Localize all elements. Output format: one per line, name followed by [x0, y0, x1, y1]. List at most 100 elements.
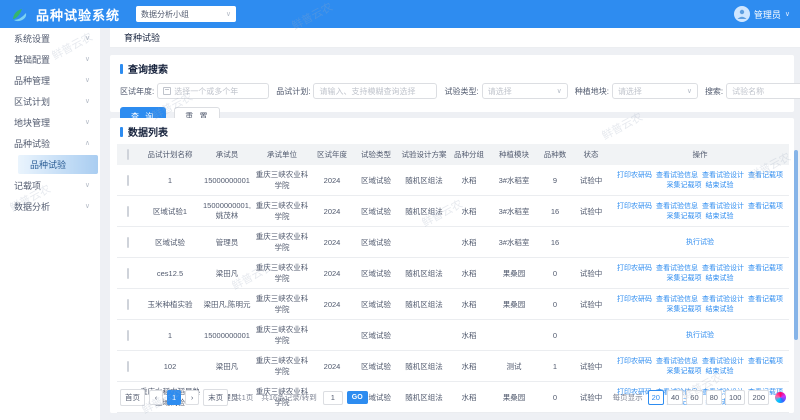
action-link[interactable]: 查看试验设计 — [702, 170, 744, 180]
sidebar-item-7[interactable]: 数据分析∨ — [0, 196, 100, 217]
action-link[interactable]: 查看记载项 — [748, 170, 783, 180]
row-checkbox[interactable] — [127, 268, 129, 279]
action-link[interactable]: 结束试验 — [706, 211, 734, 221]
go-button[interactable]: GO — [347, 391, 368, 404]
field-label: 区试年度: — [120, 86, 154, 97]
action-link[interactable]: 查看记载项 — [748, 201, 783, 211]
action-link[interactable]: 结束试验 — [706, 180, 734, 190]
plot-select[interactable]: 请选择∨ — [612, 83, 698, 99]
vertical-scrollbar-thumb[interactable] — [794, 150, 798, 340]
action-link[interactable]: 打印农研码 — [617, 263, 652, 273]
action-link[interactable]: 查看试验信息 — [656, 201, 698, 211]
sidebar-item-0[interactable]: 系统设置∨ — [0, 28, 100, 49]
sidebar-item-3[interactable]: 区试计划∨ — [0, 91, 100, 112]
cell-status: 试验中 — [571, 165, 611, 196]
page-number-button[interactable]: 1 — [167, 390, 181, 405]
tab-breeding-test[interactable]: 育种试验 — [124, 31, 160, 44]
action-link[interactable]: 查看试验设计 — [702, 294, 744, 304]
chevron-down-icon: ∨ — [85, 203, 90, 210]
calendar-icon — [163, 87, 171, 95]
cell-tester: 梁田凡 — [201, 258, 253, 289]
cell-operations: 打印农研码查看试验信息查看试验设计查看记载项采集记载项结束试验 — [611, 351, 789, 382]
row-checkbox[interactable] — [127, 330, 129, 341]
team-select-dropdown[interactable]: 数据分析小组 ∨ — [136, 6, 236, 22]
action-link[interactable]: 执行试验 — [686, 330, 714, 340]
page-size-100[interactable]: 100 — [725, 390, 746, 405]
action-link[interactable]: 采集记载项 — [667, 366, 702, 376]
row-checkbox[interactable] — [127, 175, 129, 186]
year-select[interactable]: 选择一个或多个年 — [157, 83, 269, 99]
page-size-60[interactable]: 60 — [686, 390, 702, 405]
assistant-widget-icon[interactable] — [775, 392, 786, 403]
action-link[interactable]: 执行试验 — [686, 237, 714, 247]
page-size-40[interactable]: 40 — [667, 390, 683, 405]
sidebar-menu: 系统设置∨基础配置∨品种管理∨区试计划∨地块管理∨品种试验∧品种试验记载项∨数据… — [0, 28, 100, 420]
chevron-down-icon: ∨ — [226, 11, 231, 18]
action-link[interactable]: 查看记载项 — [748, 294, 783, 304]
action-link[interactable]: 结束试验 — [706, 366, 734, 376]
select-all-checkbox[interactable] — [127, 149, 129, 160]
prev-page-button[interactable]: ‹ — [149, 390, 163, 405]
row-checkbox[interactable] — [127, 361, 129, 372]
goto-page-input[interactable] — [323, 391, 343, 405]
action-link[interactable]: 查看试验设计 — [702, 201, 744, 211]
action-link[interactable]: 打印农研码 — [617, 170, 652, 180]
cell-tester: 15000000001 — [201, 320, 253, 351]
search-field-plan-input: 品试计划:请输入、支持模糊查询选择 — [276, 83, 437, 99]
action-link[interactable]: 采集记载项 — [667, 180, 702, 190]
action-link[interactable]: 打印农研码 — [617, 201, 652, 211]
cell-design — [399, 320, 449, 351]
keyword-input[interactable]: 试验名称 — [726, 83, 800, 99]
sidebar-item-2[interactable]: 品种管理∨ — [0, 70, 100, 91]
action-link[interactable]: 采集记载项 — [667, 211, 702, 221]
table-row: 玉米种植实验梁田凡,陈明元重庆三峡农业科学院2024区域试验随机区组法水稻果桑园… — [117, 289, 789, 320]
action-link[interactable]: 结束试验 — [706, 304, 734, 314]
action-link[interactable]: 采集记载项 — [667, 304, 702, 314]
cell-type: 区域试验 — [353, 165, 399, 196]
next-page-button[interactable]: › — [185, 390, 199, 405]
action-link[interactable]: 查看记载项 — [748, 356, 783, 366]
table-row: 115000000001重庆三峡农业科学院区域试验水稻0执行试验 — [117, 320, 789, 351]
row-checkbox[interactable] — [127, 299, 129, 310]
chevron-down-icon: ∨ — [85, 77, 90, 84]
action-link[interactable]: 查看试验信息 — [656, 170, 698, 180]
search-title: 查询搜索 — [128, 61, 168, 76]
cell-count: 0 — [539, 289, 571, 320]
cell-status: 试验中 — [571, 258, 611, 289]
type-select[interactable]: 请选择∨ — [482, 83, 568, 99]
column-header-checkbox — [117, 144, 139, 165]
first-page-button[interactable]: 首页 — [120, 389, 145, 406]
placeholder-text: 请输入、支持模糊查询选择 — [319, 86, 431, 97]
column-header-8: 品种数 — [539, 144, 571, 165]
action-link[interactable]: 查看试验设计 — [702, 356, 744, 366]
action-link[interactable]: 查看记载项 — [748, 263, 783, 273]
action-link[interactable]: 结束试验 — [706, 273, 734, 283]
user-menu-caret-icon[interactable]: ∨ — [785, 10, 790, 18]
cell-checkbox — [117, 351, 139, 382]
action-link[interactable]: 查看试验信息 — [656, 294, 698, 304]
action-link[interactable]: 打印农研码 — [617, 294, 652, 304]
sidebar-item-4[interactable]: 地块管理∨ — [0, 112, 100, 133]
page-size-200[interactable]: 200 — [748, 390, 769, 405]
last-page-button[interactable]: 末页 — [203, 389, 228, 406]
row-checkbox[interactable] — [127, 206, 129, 217]
page-size-80[interactable]: 80 — [706, 390, 722, 405]
plan-input[interactable]: 请输入、支持模糊查询选择 — [313, 83, 437, 99]
sidebar-item-label: 品种试验 — [14, 137, 50, 150]
chevron-down-icon: ∨ — [687, 88, 692, 95]
sidebar-item-5[interactable]: 品种试验∧ — [0, 133, 100, 154]
cell-design: 随机区组法 — [399, 196, 449, 227]
cell-unit: 重庆三峡农业科学院 — [253, 165, 311, 196]
action-link[interactable]: 打印农研码 — [617, 356, 652, 366]
action-link[interactable]: 查看试验信息 — [656, 356, 698, 366]
action-link[interactable]: 查看试验信息 — [656, 263, 698, 273]
row-checkbox[interactable] — [127, 237, 129, 248]
sidebar-item-1[interactable]: 基础配置∨ — [0, 49, 100, 70]
action-link[interactable]: 查看试验设计 — [702, 263, 744, 273]
page-size-20[interactable]: 20 — [648, 390, 664, 405]
cell-design: 随机区组法 — [399, 351, 449, 382]
action-link[interactable]: 采集记载项 — [667, 273, 702, 283]
user-avatar[interactable] — [734, 6, 750, 22]
sidebar-subitem-5-0[interactable]: 品种试验 — [18, 155, 98, 174]
sidebar-item-6[interactable]: 记载项∨ — [0, 175, 100, 196]
